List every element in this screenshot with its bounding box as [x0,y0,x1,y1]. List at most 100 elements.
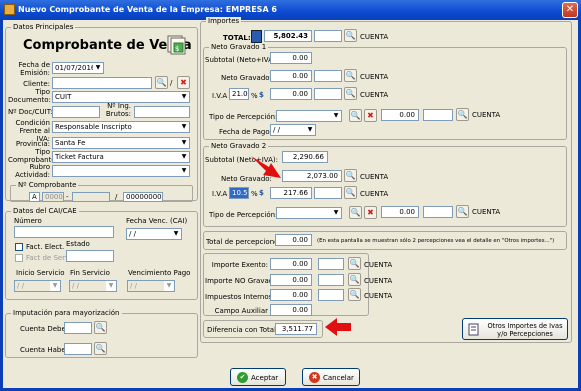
total-percepciones-input[interactable]: 0.00 [275,234,312,246]
neto1-fecha-pago-input[interactable]: / / ▼ [270,124,316,136]
neto1-iva-cuenta-input[interactable] [314,88,342,100]
neto2-perc-delete-button[interactable]: ✖ [364,206,377,219]
search-cliente-button[interactable]: 🔍 [155,76,168,89]
annotation-arrow-neto [249,153,289,183]
estado-input[interactable] [66,250,114,262]
neto2-dollar-icon[interactable]: $ [259,189,264,197]
fecha-venc-cai-label: Fecha Venc. (CAI) [126,217,188,225]
rubro-select[interactable]: ▼ [52,165,190,177]
nro-dummy-input[interactable] [72,192,110,202]
neto1-dollar-icon[interactable]: $ [259,91,264,99]
ing-brutos-input[interactable] [134,106,190,118]
neto2-iva-label: I.V.A [212,190,228,198]
fin-servicio-input[interactable]: / / ▼ [69,280,117,292]
fact-elect-checkbox[interactable] [15,243,23,251]
cliente-input[interactable] [52,77,152,89]
punto-venta-input[interactable]: 0000 [42,192,64,202]
search-icon: 🔍 [349,290,360,299]
importe-no-gravado-input[interactable]: 0.00 [270,274,312,286]
neto-gravado-1-legend: Neto Gravado 1 [209,43,269,51]
search-total-cuenta-button[interactable]: 🔍 [344,29,357,42]
neto2-iva-search-button[interactable]: 🔍 [344,186,357,199]
vencimiento-pago-input[interactable]: / / ▼ [127,280,175,292]
total-input[interactable]: 5,802.43 [264,30,312,42]
search-icon: 🔍 [345,71,356,80]
total-cuenta-input[interactable] [314,30,342,42]
fecha-emision-label: Fecha de Emisión: [18,61,51,77]
chevron-down-icon: ▼ [179,152,189,162]
search-icon: 🔍 [95,323,106,332]
neto1-iva-cuenta-label: CUENTA [360,91,389,99]
search-debe-button[interactable]: 🔍 [94,321,107,334]
cuenta-haber-input[interactable] [64,343,92,355]
neto2-perc-cuenta-input[interactable] [423,206,453,218]
importe-no-gravado-label: Importe NO Gravado: [205,277,280,285]
neto1-iva-label: I.V.A [212,92,228,100]
impuestos-internos-input[interactable]: 0.00 [270,289,312,301]
fecha-venc-cai-input[interactable]: / / ▼ [126,228,182,240]
neto1-subtotal-input[interactable]: 0.00 [270,52,312,64]
delete-icon: ✖ [180,78,187,87]
fact-serv-checkbox[interactable] [15,254,23,262]
clear-cliente-button[interactable]: ✖ [177,76,190,89]
fin-servicio-label: Fin Servicio [70,269,110,277]
neto2-tipo-percepcion-select[interactable]: ▼ [276,207,342,219]
accept-button[interactable]: ✔ Aceptar [230,368,286,386]
neto2-pct-label: % [251,190,258,198]
inicio-servicio-label: Inicio Servicio [16,269,65,277]
cai-numero-input[interactable] [14,226,114,238]
exento-cuenta-input[interactable] [318,258,344,270]
tipo-documento-label: Tipo Documento: [8,88,51,104]
neto2-search-button[interactable]: 🔍 [344,169,357,182]
search-icon: 🔍 [345,31,356,40]
nro-doc-label: Nº Doc/CUIT: [8,108,53,116]
cuenta-debe-label: Cuenta Debe: [20,325,69,333]
neto2-cuenta-label: CUENTA [360,173,389,181]
inicio-servicio-input[interactable]: / / ▼ [14,280,61,292]
chevron-down-icon: ▼ [179,138,189,148]
neto2-iva-cuenta-label: CUENTA [360,190,389,198]
neto2-iva-cuenta-input[interactable] [314,187,342,199]
close-button[interactable]: ✕ [562,2,578,18]
campo-auxiliar-input[interactable]: 0.00 [270,304,312,316]
neto2-perc-value-input[interactable]: 0.00 [381,206,419,218]
internos-search-button[interactable]: 🔍 [348,288,361,301]
fecha-emision-input[interactable]: 01/07/2016 ▼ [52,62,104,74]
condicion-iva-select[interactable]: Responsable Inscripto ▼ [52,121,190,133]
neto1-perc-search-button[interactable]: 🔍 [349,109,362,122]
diferencia-input[interactable]: 3,511.77 [275,323,317,335]
exento-search-button[interactable]: 🔍 [348,257,361,270]
neto2-iva-rate-input[interactable]: 10.50 [229,187,249,199]
neto1-neto-input[interactable]: 0.00 [270,70,312,82]
no-gravado-search-button[interactable]: 🔍 [348,273,361,286]
cancel-button[interactable]: ✖ Cancelar [302,368,360,386]
neto1-tipo-percepcion-select[interactable]: ▼ [276,110,342,122]
neto1-iva-search-button[interactable]: 🔍 [344,87,357,100]
cuenta-debe-input[interactable] [64,322,92,334]
provincia-select[interactable]: Santa Fe ▼ [52,137,190,149]
fact-serv-label: Fact de Serv. [26,254,71,262]
neto2-iva-value-input[interactable]: 217.66 [270,187,312,199]
neto1-cuenta-input[interactable] [314,70,342,82]
internos-cuenta-input[interactable] [318,289,344,301]
neto1-iva-rate-input[interactable]: 21.00 [229,88,249,100]
neto1-iva-value-input[interactable]: 0.00 [270,88,312,100]
neto2-neto-input[interactable]: 2,073.00 [282,170,342,182]
neto1-search-button[interactable]: 🔍 [344,69,357,82]
neto1-perc-cuenta-input[interactable] [423,109,453,121]
importes-legend: Importes [206,17,242,25]
neto1-perc-value-input[interactable]: 0.00 [381,109,419,121]
importe-exento-input[interactable]: 0.00 [270,258,312,270]
neto2-perc-cuenta-search-button[interactable]: 🔍 [456,205,469,218]
neto1-perc-delete-button[interactable]: ✖ [364,109,377,122]
calculator-icon[interactable] [251,30,262,43]
search-haber-button[interactable]: 🔍 [94,342,107,355]
tipo-comprobante-select[interactable]: Ticket Factura ▼ [52,151,190,163]
nro-doc-input[interactable] [52,106,100,118]
nro-numero-input[interactable]: 00000000 [123,192,163,202]
neto1-perc-cuenta-search-button[interactable]: 🔍 [456,108,469,121]
otros-importes-button[interactable]: Otros Importes de Ivas y/o Percepciones [462,318,568,340]
neto2-perc-search-button[interactable]: 🔍 [349,206,362,219]
letra-input[interactable]: A [29,192,40,202]
no-gravado-cuenta-input[interactable] [318,274,344,286]
